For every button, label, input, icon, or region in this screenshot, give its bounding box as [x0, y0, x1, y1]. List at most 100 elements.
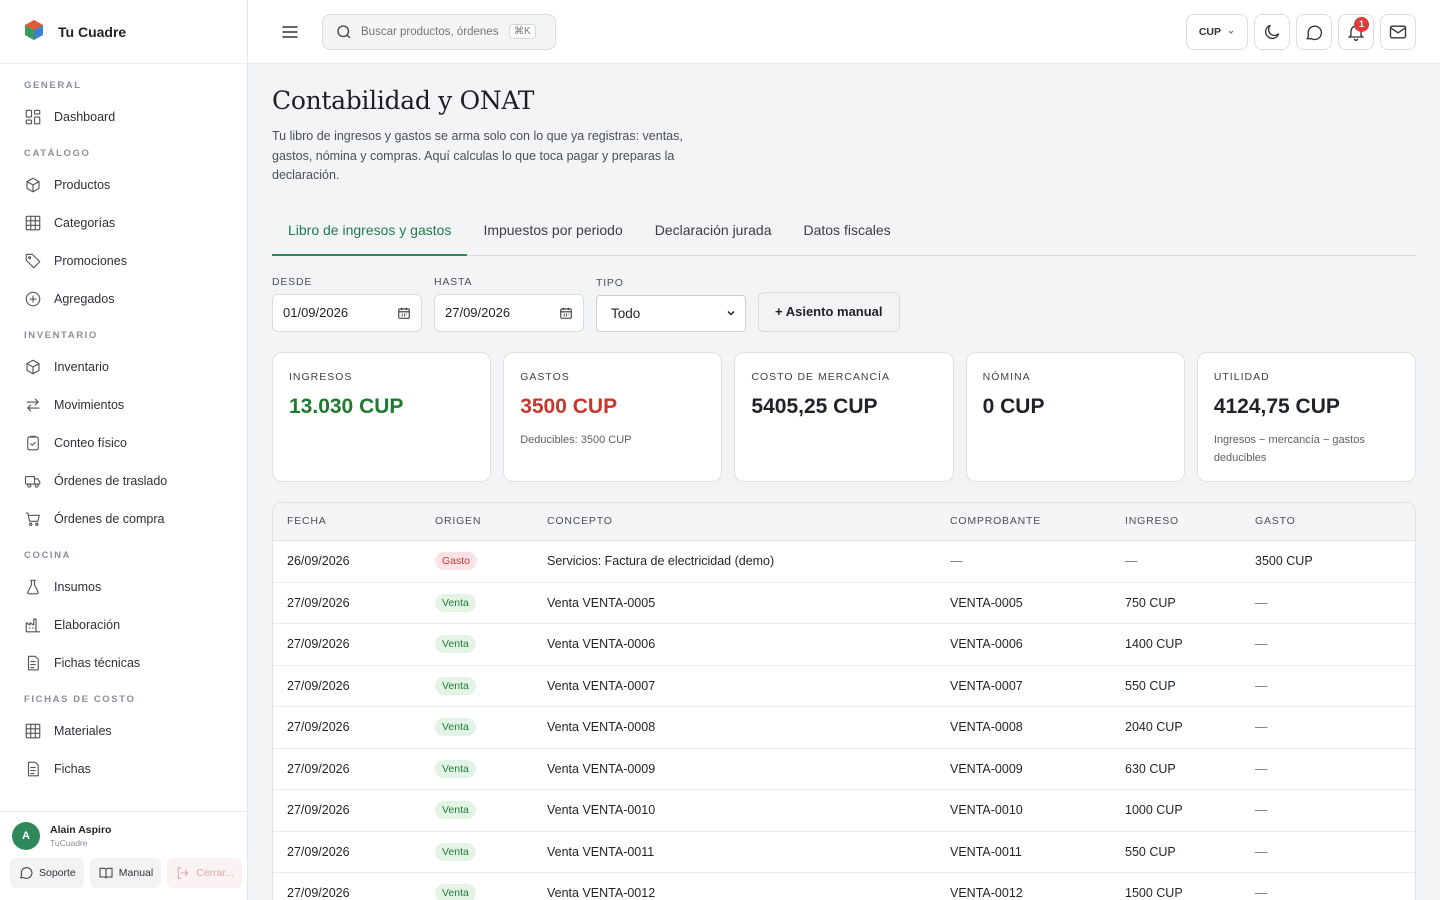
type-select[interactable]: Todo	[596, 294, 746, 332]
cell-ingreso: 1400 CUP	[1111, 623, 1241, 666]
sidebar-item[interactable]: Conteo físico	[0, 424, 247, 462]
type-value: Todo	[611, 305, 641, 321]
origin-badge: Gasto	[435, 552, 478, 571]
cell-gasto: —	[1241, 789, 1415, 832]
menu-button[interactable]	[278, 20, 302, 44]
cell-origen: Venta	[421, 872, 533, 900]
column-header: FECHA	[273, 502, 421, 541]
sidebar-item[interactable]: Categorías	[0, 204, 247, 242]
cell-fecha: 26/09/2026	[273, 540, 421, 583]
table-row[interactable]: 27/09/2026 Venta Venta VENTA-0009 VENTA-…	[273, 748, 1415, 790]
sidebar-item[interactable]: Fichas técnicas	[0, 644, 247, 682]
table-row[interactable]: 27/09/2026 Venta Venta VENTA-0012 VENTA-…	[273, 872, 1415, 900]
cell-concepto: Venta VENTA-0010	[533, 789, 936, 832]
plus-circle-icon	[25, 291, 41, 307]
cell-gasto: —	[1241, 831, 1415, 873]
cell-fecha: 27/09/2026	[273, 706, 421, 749]
cell-concepto: Venta VENTA-0008	[533, 706, 936, 749]
sidebar-item[interactable]: Inventario	[0, 348, 247, 386]
filters: DESDE 01/09/2026 HASTA 27/09/2026 TIPO T…	[272, 276, 1416, 332]
sidebar-item[interactable]: Productos	[0, 166, 247, 204]
sidebar-item[interactable]: Dashboard	[0, 98, 247, 136]
sidebar-item-label: Fichas técnicas	[54, 656, 141, 670]
summary-card: COSTO DE MERCANCÍA 5405,25 CUP	[734, 351, 954, 482]
search-box[interactable]: ⌘K	[322, 13, 556, 50]
cell-comprobante: VENTA-0006	[936, 623, 1111, 666]
chat-icon	[1306, 25, 1323, 40]
to-date-input[interactable]: 27/09/2026	[434, 293, 584, 332]
sidebar-item[interactable]: Órdenes de compra	[0, 500, 247, 538]
logout-button[interactable]: Cerrar...	[167, 858, 243, 888]
tab[interactable]: Datos fiscales	[787, 210, 906, 256]
notifications-button[interactable]: 1	[1338, 13, 1374, 50]
summary-card: GASTOS 3500 CUP Deducibles: 3500 CUP	[503, 351, 723, 482]
summary-card-value: 5405,25 CUP	[751, 394, 878, 418]
table-row[interactable]: 27/09/2026 Venta Venta VENTA-0006 VENTA-…	[273, 623, 1415, 666]
sidebar-item-label: Movimientos	[54, 398, 125, 412]
manual-entry-button[interactable]: + Asiento manual	[758, 291, 900, 332]
brand[interactable]: Tu Cuadre	[0, 0, 247, 64]
tab[interactable]: Impuestos por periodo	[467, 210, 638, 256]
currency-select[interactable]: CUP	[1185, 13, 1248, 50]
table-row[interactable]: 27/09/2026 Venta Venta VENTA-0008 VENTA-…	[273, 706, 1415, 749]
sidebar-item[interactable]: Materiales	[0, 712, 247, 750]
main: ⌘K CUP 1	[248, 0, 1440, 900]
search-input[interactable]	[361, 25, 501, 38]
cell-comprobante: VENTA-0009	[936, 748, 1111, 790]
cell-gasto: —	[1241, 706, 1415, 749]
summary-card: INGRESOS 13.030 CUP	[272, 351, 492, 482]
from-date-input[interactable]: 01/09/2026	[272, 293, 422, 332]
column-header: COMPROBANTE	[936, 502, 1111, 541]
cell-concepto: Venta VENTA-0005	[533, 582, 936, 624]
origin-badge: Venta	[435, 759, 476, 778]
sidebar-item[interactable]: Agregados	[0, 280, 247, 318]
column-header: INGRESO	[1111, 502, 1241, 541]
cell-origen: Venta	[421, 748, 533, 790]
sidebar-item[interactable]: Promociones	[0, 242, 247, 280]
cell-origen: Venta	[421, 582, 533, 624]
cell-ingreso: 630 CUP	[1111, 748, 1241, 790]
sidebar-item[interactable]: Órdenes de traslado	[0, 462, 247, 500]
origin-badge: Venta	[435, 676, 476, 695]
messages-button[interactable]	[1296, 13, 1332, 50]
cell-origen: Venta	[421, 665, 533, 707]
cell-ingreso: 550 CUP	[1111, 665, 1241, 707]
nav-section-title: FICHAS DE COSTO	[24, 694, 136, 705]
user-profile[interactable]: A Alain Aspiro TuCuadre	[10, 822, 239, 850]
tag-icon	[25, 253, 41, 269]
nav-section-title: INVENTARIO	[24, 330, 98, 341]
sidebar-item-label: Productos	[54, 178, 111, 192]
sidebar-item[interactable]: Elaboración	[0, 606, 247, 644]
sidebar-item-label: Órdenes de traslado	[54, 474, 168, 488]
box-icon	[26, 359, 40, 375]
tab[interactable]: Declaración jurada	[639, 210, 788, 256]
cell-gasto: —	[1241, 665, 1415, 707]
support-button[interactable]: Soporte	[10, 858, 84, 888]
cell-comprobante: VENTA-0012	[936, 872, 1111, 900]
mail-icon	[1389, 25, 1407, 38]
clipboard-check-icon	[27, 435, 39, 451]
cell-gasto: 3500 CUP	[1241, 540, 1415, 583]
cell-ingreso: 1500 CUP	[1111, 872, 1241, 900]
tab[interactable]: Libro de ingresos y gastos	[272, 210, 468, 256]
theme-toggle-button[interactable]	[1254, 13, 1290, 50]
cell-fecha: 27/09/2026	[273, 665, 421, 707]
mail-button[interactable]	[1380, 13, 1416, 50]
search-shortcut: ⌘K	[509, 24, 536, 39]
sidebar-item[interactable]: Insumos	[0, 568, 247, 606]
table-row[interactable]: 26/09/2026 Gasto Servicios: Factura de e…	[273, 540, 1415, 583]
table-row[interactable]: 27/09/2026 Venta Venta VENTA-0010 VENTA-…	[273, 789, 1415, 832]
type-label: TIPO	[596, 276, 624, 289]
cell-gasto: —	[1241, 582, 1415, 624]
sidebar-item[interactable]: Fichas	[0, 750, 247, 788]
avatar: A	[12, 822, 40, 850]
notification-badge: 1	[1354, 16, 1369, 32]
table-row[interactable]: 27/09/2026 Venta Venta VENTA-0005 VENTA-…	[273, 582, 1415, 624]
table-row[interactable]: 27/09/2026 Venta Venta VENTA-0011 VENTA-…	[273, 831, 1415, 873]
table-row[interactable]: 27/09/2026 Venta Venta VENTA-0007 VENTA-…	[273, 665, 1415, 707]
cell-comprobante: VENTA-0008	[936, 706, 1111, 749]
sidebar-item[interactable]: Movimientos	[0, 386, 247, 424]
table-header-row: FECHA ORIGEN CONCEPTO COMPROBANTE INGRESO GAS…	[273, 502, 1415, 541]
sidebar-nav: GENERAL Dashboard CATÁLOGO Productos Categor…	[0, 64, 247, 811]
manual-button[interactable]: Manual	[89, 858, 162, 888]
